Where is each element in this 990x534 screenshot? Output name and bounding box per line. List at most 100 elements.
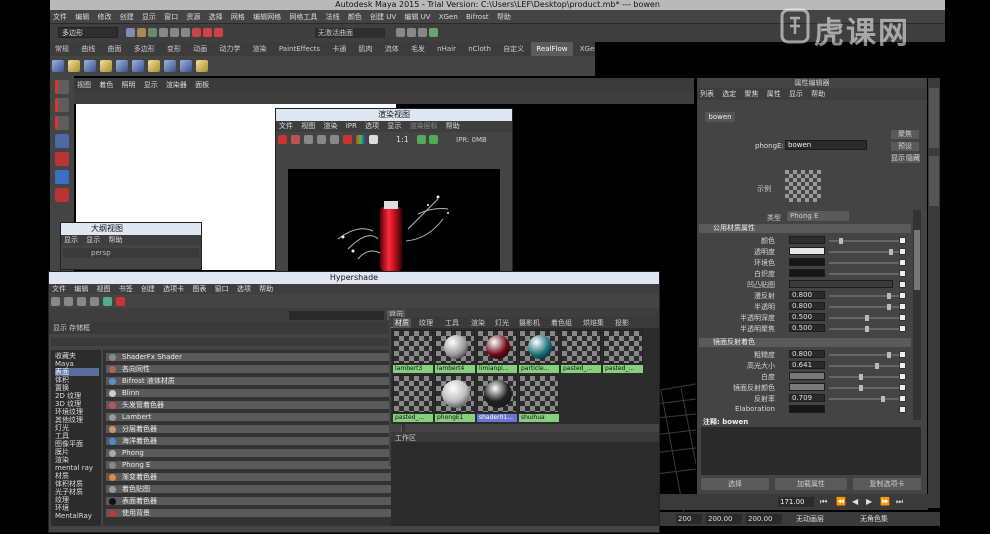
attr-transparency-map-button[interactable] <box>899 248 906 255</box>
render-settings-icon[interactable] <box>418 28 427 37</box>
shelf-tab-curves[interactable]: 曲线 <box>76 42 100 56</box>
save-scene-icon[interactable] <box>148 28 157 37</box>
new-scene-icon[interactable] <box>126 28 135 37</box>
hs-category-item[interactable]: 收藏夹 <box>55 352 76 360</box>
outliner-item-persp[interactable]: persp <box>63 248 199 258</box>
shelf-tab-dynamics[interactable]: 动力学 <box>214 42 245 56</box>
menu-mesh[interactable]: 网格 <box>228 10 248 23</box>
material-swatch[interactable] <box>477 330 517 364</box>
hs-category-item[interactable]: 置换 <box>55 384 69 392</box>
attr-highlight-size-map-button[interactable] <box>899 362 906 369</box>
hs-node-item[interactable]: Bifrost 液体材质 <box>105 376 403 386</box>
hypershade-icon[interactable] <box>429 28 438 37</box>
rv-menu-options[interactable]: 选项 <box>362 121 382 132</box>
attr-specular-color-slider[interactable] <box>829 385 903 391</box>
hs-node-item[interactable]: Lambert <box>105 412 403 422</box>
attr-color-map-button[interactable] <box>899 237 906 244</box>
ipr-render-icon[interactable] <box>407 28 416 37</box>
attr-translucence-depth-map-button[interactable] <box>899 314 906 321</box>
vp-menu-view[interactable]: 视图 <box>74 78 94 92</box>
shelf-tool-icon[interactable] <box>164 60 176 72</box>
ae-menu-list[interactable]: 列表 <box>697 88 717 100</box>
hs-menu-edit[interactable]: 编辑 <box>71 284 91 294</box>
vp-menu-renderer[interactable]: 渲染器 <box>163 78 190 92</box>
attr-translucence-map-button[interactable] <box>899 303 906 310</box>
attr-highlight-size-slider[interactable] <box>829 363 903 369</box>
ae-menu-attributes[interactable]: 属性 <box>764 88 784 100</box>
attr-transparency-slider[interactable] <box>829 249 903 255</box>
ae-hide-button[interactable]: 隐藏 <box>906 154 920 163</box>
shelf-tab-rendering[interactable]: 渲染 <box>248 42 272 56</box>
hs-category-item[interactable]: 材质 <box>55 472 69 480</box>
attr-whiteness-map-button[interactable] <box>899 373 906 380</box>
ae-copy-tab-button[interactable]: 复制选项卡 <box>853 478 921 490</box>
ae-menu-help[interactable]: 帮助 <box>808 88 828 100</box>
hs-category-item[interactable]: MentalRay <box>55 512 92 520</box>
anim-layer-dropdown[interactable]: 无动画层 <box>796 514 856 524</box>
open-scene-icon[interactable] <box>137 28 146 37</box>
attr-roughness-slider[interactable] <box>829 352 903 358</box>
hs-category-item[interactable]: 其他纹理 <box>55 416 83 424</box>
menu-color[interactable]: 颜色 <box>345 10 365 23</box>
ae-show-button[interactable]: 显示 <box>891 154 905 163</box>
attr-ambient-map-button[interactable] <box>899 259 906 266</box>
attr-ambient-swatch[interactable] <box>789 258 825 266</box>
hs-category-item[interactable]: 2D 纹理 <box>55 392 81 400</box>
hs-node-item[interactable]: 渐变着色器 <box>105 472 403 482</box>
attr-translucence-focus-map-button[interactable] <box>899 325 906 332</box>
hs-menu-help[interactable]: 帮助 <box>256 284 276 294</box>
select-object-icon[interactable] <box>170 28 179 37</box>
rv-menu-file[interactable]: 文件 <box>276 121 296 132</box>
attr-reflectivity-slider[interactable] <box>829 396 903 402</box>
attr-color-slider[interactable] <box>829 238 903 244</box>
hs-category-item[interactable]: Maya <box>55 360 74 368</box>
snap-curve-icon[interactable] <box>203 28 212 37</box>
attr-diffuse-field[interactable]: 0.800 <box>789 291 825 299</box>
ae-node-tab[interactable]: bowen <box>705 112 735 122</box>
hs-category-item[interactable]: 膜片 <box>55 448 69 456</box>
ae-select-button[interactable]: 选择 <box>701 478 769 490</box>
ae-focus-button[interactable]: 聚焦 <box>891 130 919 139</box>
attr-specular-color-swatch[interactable] <box>789 383 825 391</box>
attr-incandescence-swatch[interactable] <box>789 269 825 277</box>
hs-node-item[interactable]: 头发管着色器 <box>105 400 403 410</box>
playback-end-field[interactable]: 200.00 <box>746 514 782 524</box>
hs-node-item[interactable]: 使用背景 <box>105 508 403 518</box>
hs-tab-bake-sets[interactable]: 烘焙集 <box>583 318 604 328</box>
hs-tab-rendering[interactable]: 渲染 <box>471 318 485 328</box>
material-swatch[interactable] <box>561 330 601 364</box>
remove-image-icon[interactable] <box>429 135 438 144</box>
go-end-icon[interactable]: ⏭ <box>896 497 903 507</box>
hs-node-item[interactable]: 着色贴图 <box>105 484 403 494</box>
attr-highlight-size-field[interactable]: 0.641 <box>789 361 825 369</box>
menu-help[interactable]: 帮助 <box>494 10 514 23</box>
hs-category-item[interactable]: 纹理 <box>55 496 69 504</box>
side-tab-channel-box[interactable] <box>929 88 939 148</box>
menu-file[interactable]: 文件 <box>50 10 70 23</box>
menu-edit-mesh[interactable]: 编辑网格 <box>250 10 284 23</box>
shelf-tab-animation[interactable]: 动画 <box>188 42 212 56</box>
manipulator-tool-icon[interactable] <box>55 188 69 202</box>
vp-menu-shading[interactable]: 着色 <box>96 78 116 92</box>
attr-translucence-focus-field[interactable]: 0.500 <box>789 324 825 332</box>
hs-category-item[interactable]: 体积 <box>55 376 69 384</box>
rv-menu-ipr[interactable]: IPR <box>343 121 360 132</box>
material-swatch[interactable] <box>519 330 559 364</box>
hs-tool-icon[interactable] <box>51 297 60 306</box>
attr-reflectivity-map-button[interactable] <box>899 395 906 402</box>
attr-color-swatch[interactable] <box>789 236 825 244</box>
hs-tab-utilities[interactable]: 工具 <box>445 318 459 328</box>
ae-scrollbar[interactable] <box>913 210 921 420</box>
side-tab-attribute-editor[interactable] <box>929 156 939 206</box>
hs-work-area[interactable] <box>391 442 659 526</box>
menu-edit-uv[interactable]: 编辑 UV <box>401 10 433 23</box>
step-forward-icon[interactable]: ⏩ <box>880 497 890 506</box>
shelf-tab-ncloth[interactable]: nCloth <box>463 42 496 56</box>
menu-create[interactable]: 创建 <box>117 10 137 23</box>
shelf-tab-general[interactable]: 常规 <box>50 42 74 56</box>
attr-bump-field[interactable] <box>789 280 893 288</box>
redo-render-icon[interactable] <box>278 135 287 144</box>
step-back-icon[interactable]: ⏪ <box>836 497 846 506</box>
menu-bifrost[interactable]: Bifrost <box>463 10 492 23</box>
lasso-tool-icon[interactable] <box>55 98 69 112</box>
